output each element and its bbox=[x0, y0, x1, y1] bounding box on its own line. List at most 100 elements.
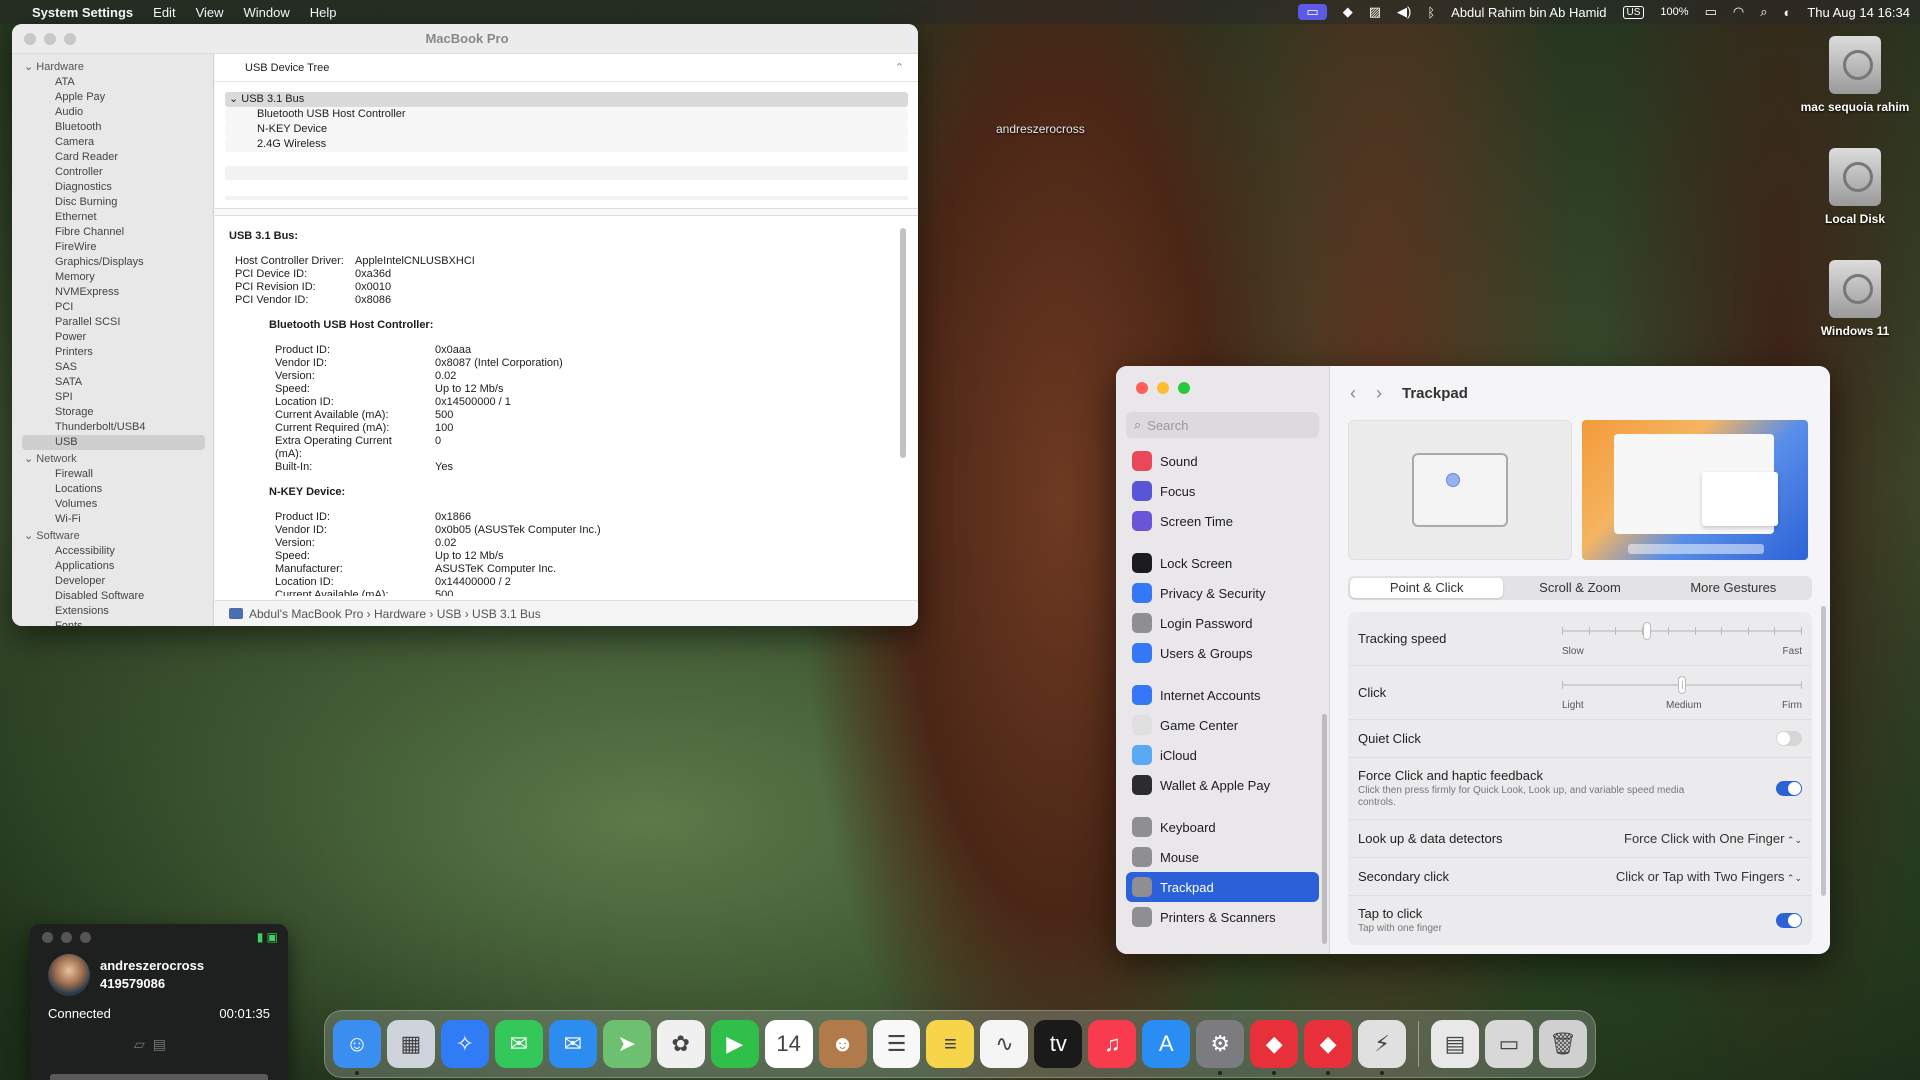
sidebar-item[interactable]: Audio bbox=[12, 105, 213, 120]
battery-icon[interactable]: ▭ bbox=[1705, 4, 1717, 20]
sidebar-group[interactable]: Hardware bbox=[12, 58, 213, 75]
tv-icon[interactable]: tv bbox=[1034, 1020, 1083, 1068]
sidebar-item-keyboard[interactable]: Keyboard bbox=[1126, 812, 1319, 842]
close-button[interactable] bbox=[42, 931, 53, 943]
sidebar-item[interactable]: SPI bbox=[12, 390, 213, 405]
bluetooth-icon[interactable]: ᛒ bbox=[1427, 5, 1435, 20]
sidebar-item[interactable]: Storage bbox=[12, 405, 213, 420]
split-divider[interactable] bbox=[215, 208, 918, 216]
sidebar-item[interactable]: Memory bbox=[12, 270, 213, 285]
sidebar-item[interactable]: Fibre Channel bbox=[12, 225, 213, 240]
close-button[interactable] bbox=[1136, 382, 1148, 394]
zoom-button[interactable] bbox=[64, 32, 76, 45]
sidebar-item-lock-screen[interactable]: Lock Screen bbox=[1126, 548, 1319, 578]
forward-arrow-icon[interactable]: › bbox=[1376, 383, 1382, 404]
content-scrollbar[interactable] bbox=[1821, 606, 1826, 896]
sidebar-item[interactable]: SAS bbox=[12, 360, 213, 375]
contacts-icon[interactable]: ☻ bbox=[818, 1020, 867, 1068]
sidebar-item[interactable]: Wi-Fi bbox=[12, 512, 213, 527]
sidebar-item[interactable]: ATA bbox=[12, 75, 213, 90]
sidebar-item[interactable]: Disc Burning bbox=[12, 195, 213, 210]
close-button[interactable] bbox=[24, 32, 36, 45]
sidebar-item[interactable]: Parallel SCSI bbox=[12, 315, 213, 330]
anydesk-icon[interactable]: ◆ bbox=[1250, 1020, 1299, 1075]
force-click-toggle[interactable] bbox=[1776, 781, 1802, 796]
sidebar-item-screen-time[interactable]: Screen Time bbox=[1126, 506, 1319, 536]
chevron-up-icon[interactable]: ⌃ bbox=[895, 61, 904, 74]
chat-icon[interactable]: ▮ ▣ bbox=[257, 930, 278, 944]
sidebar-item-wallet-apple-pay[interactable]: Wallet & Apple Pay bbox=[1126, 770, 1319, 800]
sidebar-item[interactable]: Locations bbox=[12, 482, 213, 497]
screenshot-folder-icon[interactable]: ▭ bbox=[1485, 1020, 1533, 1068]
zoom-button[interactable] bbox=[80, 931, 91, 943]
sidebar-item[interactable]: Card Reader bbox=[12, 150, 213, 165]
sidebar-item-game-center[interactable]: Game Center bbox=[1126, 710, 1319, 740]
sidebar-item-printers-scanners[interactable]: Printers & Scanners bbox=[1126, 902, 1319, 932]
sidebar-item-icloud[interactable]: iCloud bbox=[1126, 740, 1319, 770]
tab-point-click[interactable]: Point & Click bbox=[1350, 578, 1504, 598]
sidebar-item-login-password[interactable]: Login Password bbox=[1126, 608, 1319, 638]
reminders-icon[interactable]: ☰ bbox=[872, 1020, 921, 1068]
mail-icon[interactable]: ✉ bbox=[548, 1020, 597, 1068]
sidebar-item[interactable]: Printers bbox=[12, 345, 213, 360]
sidebar-item[interactable]: Developer bbox=[12, 574, 213, 589]
wifi-icon[interactable]: ◠ bbox=[1733, 4, 1744, 20]
sidebar-item[interactable]: Thunderbolt/USB4 bbox=[12, 420, 213, 435]
facetime-icon[interactable]: ▶ bbox=[710, 1020, 759, 1068]
tree-row-bus[interactable]: ⌄ USB 3.1 Bus bbox=[225, 92, 908, 107]
trash-icon[interactable]: 🗑 bbox=[1538, 1020, 1587, 1068]
app-store-icon[interactable]: A bbox=[1142, 1020, 1191, 1068]
safari-icon[interactable]: ✧ bbox=[440, 1020, 489, 1068]
sidebar-item-mouse[interactable]: Mouse bbox=[1126, 842, 1319, 872]
tab-scroll-zoom[interactable]: Scroll & Zoom bbox=[1503, 578, 1656, 598]
sidebar-item-internet-accounts[interactable]: Internet Accounts bbox=[1126, 680, 1319, 710]
scrollbar[interactable] bbox=[900, 228, 906, 458]
sidebar-item[interactable]: Graphics/Displays bbox=[12, 255, 213, 270]
anydesk-alt-icon[interactable]: ◆ bbox=[1304, 1020, 1353, 1075]
finder-icon[interactable]: ☺ bbox=[333, 1020, 381, 1075]
tap-to-click-toggle[interactable] bbox=[1776, 913, 1802, 928]
sidebar-item-focus[interactable]: Focus bbox=[1126, 476, 1319, 506]
sidebar-item[interactable]: Camera bbox=[12, 135, 213, 150]
search-icon[interactable]: ⌕ bbox=[1760, 4, 1767, 20]
document-icon[interactable]: ▤ bbox=[1431, 1020, 1480, 1068]
file-transfer-icon[interactable]: ▱ bbox=[134, 1036, 153, 1052]
tree-row-device[interactable]: Bluetooth USB Host Controller bbox=[225, 107, 908, 122]
clock[interactable]: Thu Aug 14 16:34 bbox=[1807, 5, 1910, 20]
sidebar-item[interactable]: Disabled Software bbox=[12, 589, 213, 604]
menu-help[interactable]: Help bbox=[310, 5, 337, 20]
minimize-button[interactable] bbox=[61, 931, 72, 943]
input-source-badge[interactable]: US bbox=[1622, 5, 1645, 19]
photos-icon[interactable]: ✿ bbox=[656, 1020, 705, 1068]
system-settings-icon[interactable]: ⚙ bbox=[1196, 1020, 1245, 1075]
message-icon[interactable]: ▤ bbox=[153, 1036, 174, 1052]
quiet-click-toggle[interactable] bbox=[1776, 731, 1802, 746]
sidebar-item[interactable]: Volumes bbox=[12, 497, 213, 512]
sidebar-group[interactable]: Network bbox=[12, 450, 213, 467]
sidebar-item[interactable]: USB bbox=[22, 435, 205, 450]
tree-header[interactable]: USB Device Tree ⌃ bbox=[215, 54, 918, 82]
zoom-button[interactable] bbox=[1178, 382, 1190, 394]
click-slider[interactable]: Light Medium Firm bbox=[1562, 674, 1802, 712]
sidebar-item[interactable]: Controller bbox=[12, 165, 213, 180]
screen-sharing-icon[interactable]: ▭ bbox=[1298, 4, 1327, 20]
user-name[interactable]: Abdul Rahim bin Ab Hamid bbox=[1451, 5, 1606, 20]
volume-icon[interactable]: ◀) bbox=[1397, 4, 1411, 20]
battery-percent[interactable]: 100% bbox=[1660, 6, 1688, 18]
activity-icon[interactable]: ▨ bbox=[1369, 4, 1381, 20]
anydesk-status-icon[interactable]: ◆ bbox=[1343, 4, 1353, 20]
notes-icon[interactable]: ≡ bbox=[926, 1020, 975, 1068]
sidebar-item-sound[interactable]: Sound bbox=[1126, 446, 1319, 476]
sidebar-item[interactable]: Apple Pay bbox=[12, 90, 213, 105]
secondary-click-popup[interactable]: Click or Tap with Two Fingers bbox=[1616, 869, 1802, 884]
call-bottom-bar[interactable] bbox=[50, 1074, 268, 1080]
sidebar-item[interactable]: Diagnostics bbox=[12, 180, 213, 195]
sidebar-item[interactable]: Power bbox=[12, 330, 213, 345]
menu-edit[interactable]: Edit bbox=[153, 5, 175, 20]
sidebar-item[interactable]: Bluetooth bbox=[12, 120, 213, 135]
sidebar-item[interactable]: FireWire bbox=[12, 240, 213, 255]
desktop-disk-windows[interactable]: Windows 11 bbox=[1790, 260, 1920, 338]
slider-knob[interactable] bbox=[1643, 621, 1652, 640]
sidebar-item[interactable]: PCI bbox=[12, 300, 213, 315]
freeform-icon[interactable]: ∿ bbox=[980, 1020, 1029, 1068]
